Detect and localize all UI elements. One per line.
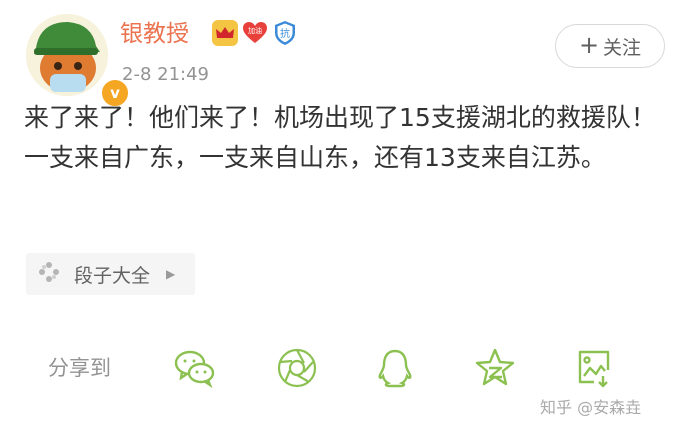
- heart-icon[interactable]: 加油: [242, 20, 268, 46]
- user-badges: 加油 抗: [212, 20, 298, 46]
- shield-badge-text: 抗: [280, 27, 290, 40]
- author-name[interactable]: 银教授: [120, 18, 189, 50]
- avatar-image: [26, 14, 108, 96]
- moments-icon[interactable]: [275, 346, 319, 390]
- share-label: 分享到: [48, 356, 111, 380]
- post-timestamp: 2-8 21:49: [122, 64, 209, 85]
- chevron-right-icon: ▶: [166, 267, 176, 281]
- plus-icon: +: [578, 31, 600, 59]
- source-label: 段子大全: [74, 264, 151, 287]
- shield-icon[interactable]: 抗: [272, 20, 298, 46]
- qzone-icon[interactable]: [473, 346, 517, 390]
- heart-badge-text: 加油: [248, 26, 262, 35]
- follow-button[interactable]: + 关注: [555, 24, 665, 68]
- post-text: 来了来了！他们来了！机场出现了15支援湖北的救援队！一支来自广东，一支来自山东，…: [24, 103, 656, 172]
- zhihu-watermark: 知乎 @安森垚: [540, 398, 642, 417]
- crown-icon[interactable]: [212, 20, 238, 46]
- avatar[interactable]: v: [26, 14, 130, 108]
- source-tag[interactable]: 段子大全 ▶: [26, 253, 196, 295]
- qq-icon[interactable]: [373, 346, 417, 390]
- save-image-icon[interactable]: [572, 346, 616, 390]
- source-icon: [36, 259, 62, 290]
- follow-label: 关注: [603, 36, 642, 59]
- wechat-icon[interactable]: [173, 346, 217, 390]
